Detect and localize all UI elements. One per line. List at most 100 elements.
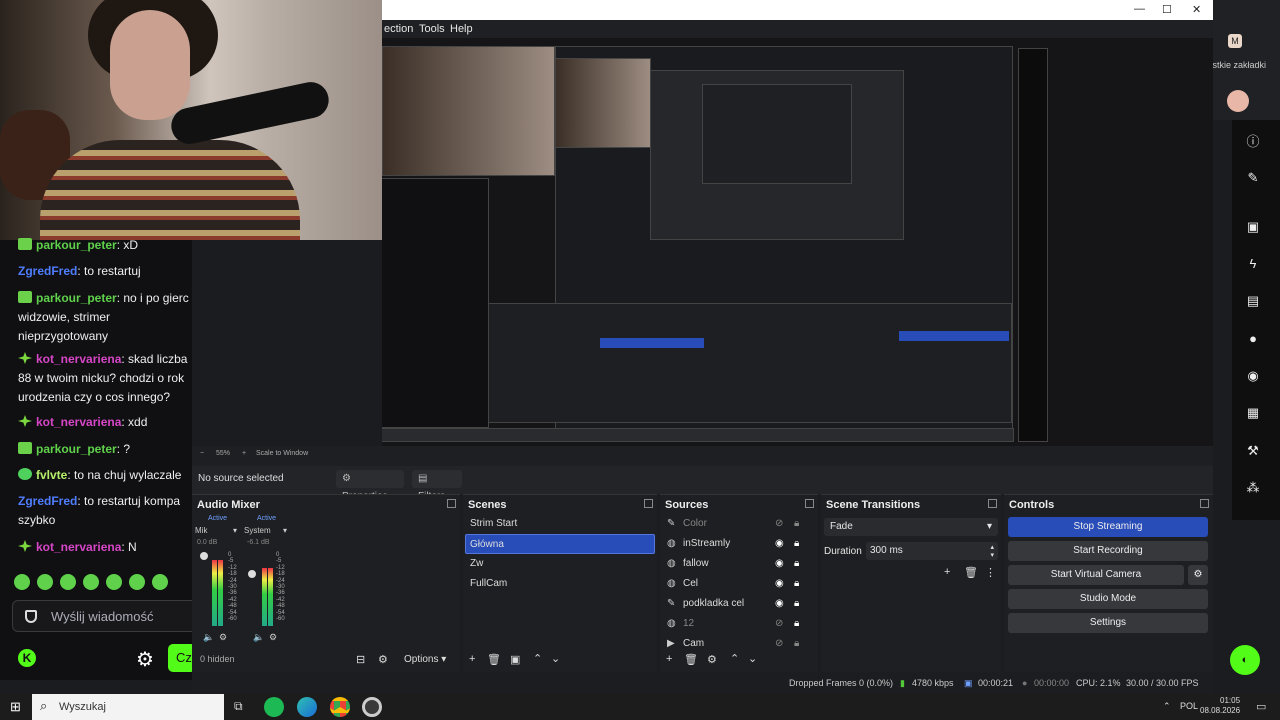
source-item[interactable]: ◍ inStreamly ◉ 🔒︎ (667, 534, 807, 554)
add-transition-icon[interactable]: + (944, 566, 950, 578)
capture-icon[interactable]: ▣ (1241, 215, 1265, 239)
chat-username[interactable]: kot_nervariena (36, 415, 121, 429)
menu-tools[interactable]: Tools (419, 23, 445, 35)
lock-icon[interactable]: 🔒︎ (794, 514, 799, 534)
add-source-icon[interactable]: + (666, 653, 672, 665)
popout-icon[interactable] (988, 499, 997, 508)
properties-button[interactable]: ⚙ Properties (336, 470, 404, 502)
eye-hidden-icon[interactable]: ⊘ (775, 614, 783, 634)
bolt-icon[interactable]: ϟ (1241, 252, 1265, 276)
lock-icon[interactable]: 🔒︎ (794, 554, 799, 574)
eye-hidden-icon[interactable]: ⊘ (775, 634, 783, 654)
move-down-icon[interactable]: ⌄ (551, 652, 560, 665)
chat-username[interactable]: kot_nervariena (36, 540, 121, 554)
source-item[interactable]: ✎ podkladka cel ◉ 🔒︎ (667, 594, 807, 614)
chat-username[interactable]: parkour_peter (36, 238, 117, 252)
task-view-icon[interactable]: ⧉ (234, 699, 243, 714)
chat-username[interactable]: ZgredFred (18, 264, 77, 278)
info-icon[interactable]: ⓘ (1241, 130, 1265, 154)
chevron-down-icon[interactable]: ▾ (283, 526, 287, 535)
filters-button[interactable]: ▤ Filters (412, 470, 462, 502)
emote-icon[interactable] (106, 574, 122, 590)
layout-icon[interactable]: ⊟ (356, 653, 365, 666)
spotify-icon[interactable] (264, 697, 284, 717)
wrench-icon[interactable]: ⚒ (1241, 439, 1265, 463)
obs-taskbar-icon[interactable] (362, 697, 382, 717)
chat-bubble-icon[interactable]: ● (1241, 327, 1265, 351)
emote-icon[interactable] (60, 574, 76, 590)
scene-item-selected[interactable]: Główna (465, 534, 655, 554)
emote-icon[interactable] (83, 574, 99, 590)
system-volume-slider[interactable] (248, 570, 256, 578)
chat-username[interactable]: kot_nervariena (36, 352, 121, 366)
add-scene-icon[interactable]: + (469, 653, 475, 665)
windows-start-icon[interactable]: ⊞ (10, 699, 21, 715)
lock-icon[interactable]: 🔒︎ (794, 534, 799, 554)
broadcast-icon[interactable]: ◉ (1241, 364, 1265, 388)
speaker-icon[interactable]: 🔈 (253, 632, 264, 643)
emote-icon[interactable] (129, 574, 145, 590)
options-dropdown[interactable]: Options ▾ (404, 654, 446, 665)
taskbar-search[interactable]: ⌕ Wyszukaj (32, 694, 224, 720)
advanced-audio-icon[interactable]: ⚙ (378, 653, 388, 666)
chevron-down-icon[interactable]: ▾ (233, 526, 237, 535)
emote-icon[interactable] (14, 574, 30, 590)
close-icon[interactable]: ✕ (1192, 3, 1201, 16)
bookmarks-label[interactable]: ystkie zakładki (1208, 60, 1266, 70)
layers-icon[interactable]: ▦ (1241, 401, 1265, 425)
source-settings-gear-icon[interactable]: ⚙ (707, 653, 717, 666)
eye-icon[interactable]: ◉ (775, 554, 784, 574)
eye-hidden-icon[interactable]: ⊘ (775, 514, 783, 534)
eye-icon[interactable]: ◉ (775, 594, 784, 614)
lock-icon[interactable]: 🔒︎ (794, 574, 799, 594)
emote-icon[interactable] (152, 574, 168, 590)
scene-item[interactable]: FullCam (470, 574, 650, 594)
scene-item[interactable]: Zw (470, 554, 650, 574)
source-item[interactable]: ◍ fallow ◉ 🔒︎ (667, 554, 807, 574)
scale-mode-select[interactable]: Scale to Window (256, 450, 308, 457)
popout-icon[interactable] (447, 499, 456, 508)
taskbar-clock[interactable]: 01:05 08.08.2026 (1200, 696, 1240, 716)
emote-bar[interactable] (14, 574, 194, 592)
kick-logo-icon[interactable]: K (18, 649, 36, 667)
trash-icon[interactable]: 🗑 (487, 653, 501, 666)
extension-icon[interactable]: M (1228, 34, 1242, 48)
language-indicator[interactable]: POL (1180, 701, 1198, 711)
chat-settings-gear-icon[interactable]: ⚙ (136, 647, 154, 672)
trash-icon[interactable]: 🗑 (684, 653, 698, 666)
more-options-icon[interactable]: ⋮ (985, 566, 996, 579)
eye-icon[interactable]: ◉ (775, 534, 784, 554)
chat-username[interactable]: ZgredFred (18, 494, 77, 508)
system-settings-icon[interactable]: ⚙ (269, 632, 277, 643)
filter-icon[interactable]: ▣ (510, 653, 520, 666)
pencil-icon[interactable]: ✎ (1241, 166, 1265, 190)
share-icon[interactable]: ⁂ (1241, 476, 1265, 500)
lock-icon[interactable]: 🔒︎ (794, 594, 799, 614)
menu-selection[interactable]: ection (384, 23, 413, 35)
chat-username[interactable]: fvlvte (36, 468, 67, 482)
stop-streaming-button[interactable]: Stop Streaming (1008, 517, 1208, 537)
studio-mode-button[interactable]: Studio Mode (1008, 589, 1208, 609)
chat-username[interactable]: parkour_peter (36, 442, 117, 456)
popout-icon[interactable] (1200, 499, 1209, 508)
popout-icon[interactable] (805, 499, 814, 508)
emote-icon[interactable] (37, 574, 53, 590)
settings-button[interactable]: Settings (1008, 613, 1208, 633)
popout-icon[interactable] (644, 499, 653, 508)
move-up-icon[interactable]: ⌃ (533, 652, 542, 665)
edge-icon[interactable] (297, 697, 317, 717)
source-item[interactable]: ◍ 12 ⊘ 🔒︎ (667, 614, 807, 634)
zoom-level[interactable]: 55% (216, 450, 230, 457)
scene-item[interactable]: Strim Start (470, 514, 650, 534)
maximize-icon[interactable]: ☐ (1162, 3, 1172, 16)
notification-icon[interactable]: ▭ (1256, 700, 1266, 713)
kick-fab-icon[interactable]: ◐ (1230, 645, 1260, 675)
move-up-icon[interactable]: ⌃ (730, 652, 739, 665)
start-recording-button[interactable]: Start Recording (1008, 541, 1208, 561)
speaker-icon[interactable]: 🔈 (203, 632, 214, 643)
chat-username[interactable]: parkour_peter (36, 291, 117, 305)
obs-preview[interactable] (382, 38, 1213, 446)
lock-icon[interactable]: 🔒︎ (794, 614, 799, 634)
menu-help[interactable]: Help (450, 23, 473, 35)
duration-input[interactable]: 300 ms ▴ ▾ (866, 542, 998, 560)
